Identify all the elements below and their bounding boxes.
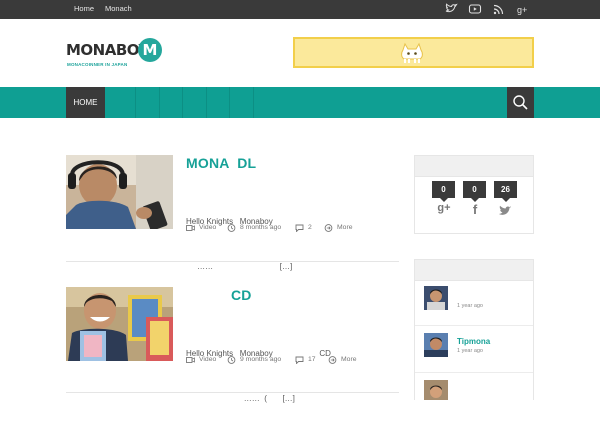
- svg-text:g+: g+: [517, 5, 527, 15]
- comment-icon: [295, 356, 304, 364]
- nav-divider: [253, 87, 254, 118]
- facebook-share-count: 0: [463, 181, 486, 202]
- post-card: MONA DL Hello Knights Monaboy …… […] Vid…: [66, 155, 401, 271]
- nav-divider: [182, 87, 183, 118]
- post-comment-count[interactable]: 17: [308, 355, 316, 365]
- site-header: MONABOY MONACOINNER IN JAPAN M: [0, 19, 600, 87]
- rss-icon[interactable]: [492, 2, 506, 16]
- share-widget-header: [414, 155, 534, 177]
- recent-post-thumbnail[interactable]: [424, 333, 448, 357]
- recent-post-date: 1 year ago: [457, 303, 483, 309]
- top-bar: Home Monach g+: [0, 0, 600, 19]
- recent-widget-header: [414, 259, 534, 281]
- post-title[interactable]: CD: [186, 287, 252, 303]
- search-button[interactable]: [507, 87, 534, 118]
- recent-post-date: 1 year ago: [457, 348, 483, 354]
- arrow-circle-icon: [328, 356, 337, 364]
- post-image: [66, 287, 173, 361]
- post-meta: Video 9 months ago 17 More: [186, 355, 416, 365]
- clock-icon: [227, 356, 236, 364]
- post-category[interactable]: Video: [199, 223, 216, 233]
- twitter-icon[interactable]: [497, 204, 513, 218]
- facebook-icon[interactable]: f: [465, 202, 485, 217]
- post-excerpt: Hello Knights Monaboy …… […]: [186, 184, 292, 304]
- post-date: 8 months ago: [240, 224, 282, 231]
- ad-banner[interactable]: [293, 37, 534, 68]
- googleplus-icon[interactable]: g+: [434, 202, 454, 214]
- twitter-share-count: 26: [494, 181, 517, 202]
- recent-post-item[interactable]: [424, 380, 534, 400]
- post-date: 9 months ago: [240, 356, 282, 363]
- googleplus-icon[interactable]: g+: [516, 2, 530, 16]
- recent-post-image: [424, 333, 448, 357]
- logo-badge-icon: M: [138, 38, 162, 62]
- divider: [415, 372, 533, 373]
- post-card: CD Hello Knights Monaboy CD …… ( […] Vid…: [66, 287, 401, 403]
- recent-post-title[interactable]: Tipmona: [457, 337, 490, 346]
- nav-divider: [159, 87, 160, 118]
- site-logo[interactable]: MONABOY MONACOINNER IN JAPAN M: [66, 38, 162, 72]
- nav-divider: [229, 87, 230, 118]
- post-title[interactable]: MONA DL: [186, 155, 256, 171]
- share-widget: 0 0 26 g+ f: [414, 177, 534, 234]
- more-link[interactable]: More: [341, 355, 357, 365]
- nav-divider: [135, 87, 136, 118]
- video-icon: [186, 357, 195, 363]
- post-thumbnail[interactable]: [66, 155, 173, 229]
- more-link[interactable]: More: [337, 223, 353, 233]
- recent-post-thumbnail[interactable]: [424, 286, 448, 310]
- nav-home[interactable]: HOME: [66, 87, 105, 118]
- recent-post-item[interactable]: 1 year ago: [424, 286, 534, 312]
- recent-post-image: [424, 380, 448, 400]
- clock-icon: [227, 224, 236, 232]
- post-divider: [66, 261, 399, 262]
- googleplus-share-count: 0: [432, 181, 455, 202]
- main-nav: HOME: [0, 87, 600, 118]
- post-thumbnail[interactable]: [66, 287, 173, 361]
- post-image: [66, 155, 173, 229]
- video-icon: [186, 225, 195, 231]
- mona-mascot-icon: [401, 42, 423, 63]
- search-icon: [513, 95, 528, 110]
- divider: [415, 325, 533, 326]
- logo-wordmark: MONABOY: [66, 41, 149, 59]
- logo-tagline: MONACOINNER IN JAPAN: [67, 62, 128, 67]
- post-divider: [66, 392, 399, 393]
- recent-post-item[interactable]: Tipmona 1 year ago: [424, 333, 534, 359]
- youtube-icon[interactable]: [468, 2, 482, 16]
- excerpt-line: …… ( […]: [186, 394, 295, 403]
- top-nav-monach[interactable]: Monach: [105, 4, 132, 13]
- post-excerpt: Hello Knights Monaboy CD …… ( […]: [186, 316, 331, 436]
- arrow-circle-icon: [324, 224, 333, 232]
- recent-post-thumbnail[interactable]: [424, 380, 448, 400]
- post-category[interactable]: Video: [199, 355, 216, 365]
- nav-divider: [206, 87, 207, 118]
- post-meta: Video 8 months ago 2 More: [186, 223, 416, 233]
- comment-icon: [295, 224, 304, 232]
- recent-post-image: [424, 286, 448, 310]
- twitter-icon[interactable]: [444, 2, 458, 16]
- post-comment-count[interactable]: 2: [308, 223, 312, 233]
- top-nav-home[interactable]: Home: [74, 4, 94, 13]
